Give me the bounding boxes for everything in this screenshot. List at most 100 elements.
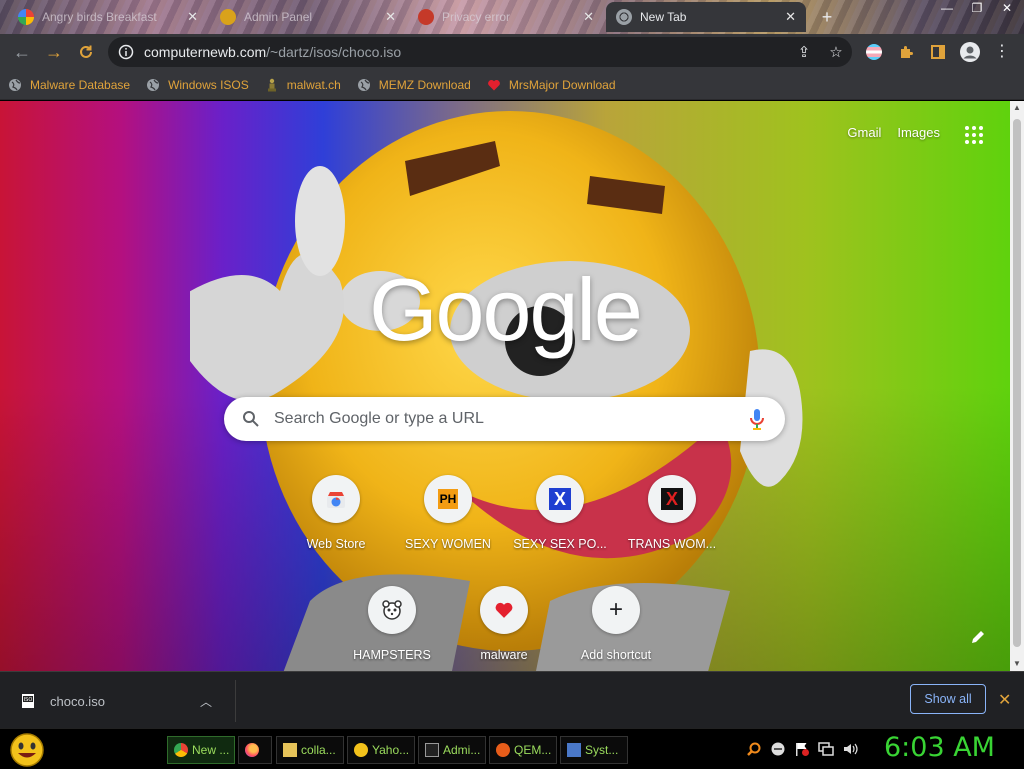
tab-new-tab[interactable]: New Tab ✕	[606, 2, 806, 32]
share-icon[interactable]: ⇪	[788, 43, 820, 61]
taskbar-item-collage[interactable]: colla...	[276, 736, 344, 764]
taskbar-label: New ...	[192, 743, 230, 757]
scroll-up-arrow-icon[interactable]: ▲	[1010, 101, 1024, 115]
star-icon[interactable]: ☆	[820, 43, 852, 61]
show-all-button[interactable]: Show all	[910, 684, 986, 714]
url-host: computernewb.com	[144, 44, 267, 60]
taskbar-item-system[interactable]: Syst...	[560, 736, 628, 764]
close-window-button[interactable]: ✕	[992, 0, 1022, 16]
bookmark-windows-isos[interactable]: Windows ISOS	[146, 78, 249, 92]
menu-button[interactable]: ⋮	[986, 34, 1018, 70]
globe-icon	[146, 78, 160, 92]
download-item[interactable]: ISO choco.iso ︿	[20, 686, 212, 716]
bookmark-malware-database[interactable]: Malware Database	[8, 78, 130, 92]
iso-file-icon: ISO	[22, 694, 34, 708]
taskbar-clock[interactable]: 6:03 AM	[884, 732, 995, 763]
chrome-icon	[174, 743, 188, 757]
shortcut-sexy-women[interactable]: PH SEXY WOMEN	[392, 475, 504, 551]
kebab-menu-icon: ⋮	[994, 43, 1010, 60]
arrow-left-icon: ←	[13, 41, 31, 62]
side-panel-button[interactable]	[922, 34, 954, 70]
shortcut-label: HAMPSTERS	[353, 648, 431, 662]
close-icon[interactable]: ✕	[785, 9, 796, 25]
tab-privacy-error[interactable]: Privacy error ✕	[408, 2, 604, 32]
shortcut-label: Web Store	[306, 537, 366, 551]
bookmark-memz-download[interactable]: MEMZ Download	[357, 78, 471, 92]
bookmark-label: Malware Database	[30, 77, 131, 92]
close-icon[interactable]: ✕	[187, 9, 198, 25]
taskbar-item-qemu[interactable]: QEM...	[489, 736, 557, 764]
globe-icon	[357, 78, 371, 92]
smiley-start-button-icon[interactable]	[8, 732, 46, 768]
tab-title: Admin Panel	[244, 10, 313, 24]
reload-icon	[80, 45, 92, 58]
network-icon[interactable]	[818, 741, 834, 757]
shortcut-web-store[interactable]: Web Store	[280, 475, 392, 551]
shortcut-hampsters[interactable]: HAMPSTERS	[336, 586, 448, 662]
chrome-webstore-icon	[312, 475, 360, 523]
tab-angry-birds[interactable]: Angry birds Breakfast ✕	[8, 2, 208, 32]
status-icon[interactable]	[770, 741, 786, 757]
shortcut-trans-wom[interactable]: X TRANS WOM...	[616, 475, 728, 551]
info-icon[interactable]	[118, 44, 134, 60]
chevron-up-icon[interactable]: ︿	[200, 693, 212, 710]
taskbar-label: Syst...	[585, 743, 619, 757]
bookmark-mrsmajor-download[interactable]: MrsMajor Download	[487, 78, 616, 92]
hamster-icon	[368, 586, 416, 634]
tab-admin-panel[interactable]: Admin Panel ✕	[210, 2, 406, 32]
shortcut-label: Add shortcut	[580, 648, 652, 662]
scrollbar-thumb[interactable]	[1013, 119, 1021, 647]
taskbar-label: Yaho...	[372, 743, 410, 757]
taskbar-item-firefox[interactable]	[238, 736, 272, 764]
pencil-icon[interactable]	[970, 629, 986, 645]
bookmark-malwatch[interactable]: malwat.ch	[265, 78, 341, 92]
taskbar-item-new-tab[interactable]: New ...	[167, 736, 235, 764]
page-scrollbar[interactable]: ▲ ▼	[1010, 101, 1024, 671]
figure-icon	[265, 78, 279, 92]
extensions-button[interactable]	[890, 34, 922, 70]
shortcut-add[interactable]: + Add shortcut	[560, 586, 672, 662]
close-icon[interactable]: ✕	[385, 9, 396, 25]
puzzle-icon	[901, 46, 913, 58]
taskbar-label: QEM...	[514, 743, 552, 757]
maximize-button[interactable]: ❐	[962, 0, 992, 16]
url-text[interactable]: computernewb.com/~dartz/isos/choco.iso	[144, 44, 788, 60]
browser-toolbar: ← → computernewb.com/~dartz/isos/choco.i…	[0, 34, 1024, 70]
system-icon	[567, 743, 581, 757]
avatar-icon	[960, 42, 980, 62]
bookmark-label: MEMZ Download	[378, 77, 471, 92]
svg-text:ISO: ISO	[24, 697, 33, 703]
taskbar-item-admin[interactable]: Admi...	[418, 736, 486, 764]
download-filename: choco.iso	[50, 693, 105, 709]
tab-title: Privacy error	[442, 10, 511, 24]
flag-icon[interactable]	[794, 741, 810, 757]
arrow-right-icon: →	[45, 41, 63, 62]
forward-button[interactable]: →	[38, 36, 70, 68]
heart-icon	[480, 586, 528, 634]
warning-favicon-icon	[418, 9, 434, 25]
new-tab-button[interactable]: +	[816, 6, 838, 28]
globe-icon	[8, 78, 22, 92]
profile-button[interactable]	[954, 34, 986, 70]
google-favicon-icon	[18, 9, 34, 25]
new-tab-page: Gmail Images Google Search Google or typ…	[0, 101, 1010, 671]
tab-strip: Angry birds Breakfast ✕ Admin Panel ✕ Pr…	[0, 0, 1024, 34]
minimize-button[interactable]: —	[932, 0, 962, 16]
bookmark-label: malwat.ch	[286, 77, 341, 92]
close-icon[interactable]: ✕	[998, 690, 1011, 710]
volume-icon[interactable]	[842, 741, 858, 757]
shortcut-sexy-sex-po[interactable]: X SEXY SEX PO...	[504, 475, 616, 551]
reload-button[interactable]	[70, 36, 102, 68]
shortcut-label: malware	[480, 648, 528, 662]
download-bar: ISO choco.iso ︿ Show all ✕	[0, 671, 1024, 729]
back-button[interactable]: ←	[6, 36, 38, 68]
chrome-favicon-icon	[616, 9, 632, 25]
address-bar[interactable]: computernewb.com/~dartz/isos/choco.iso ⇪…	[108, 37, 852, 67]
taskbar-label: Admi...	[443, 743, 481, 757]
shortcut-malware[interactable]: malware	[448, 586, 560, 662]
taskbar-item-yahoo[interactable]: Yaho...	[347, 736, 415, 764]
scroll-down-arrow-icon[interactable]: ▼	[1010, 657, 1024, 671]
close-icon[interactable]: ✕	[583, 9, 594, 25]
search-icon[interactable]	[746, 741, 762, 757]
flag-extension-button[interactable]	[858, 34, 890, 70]
